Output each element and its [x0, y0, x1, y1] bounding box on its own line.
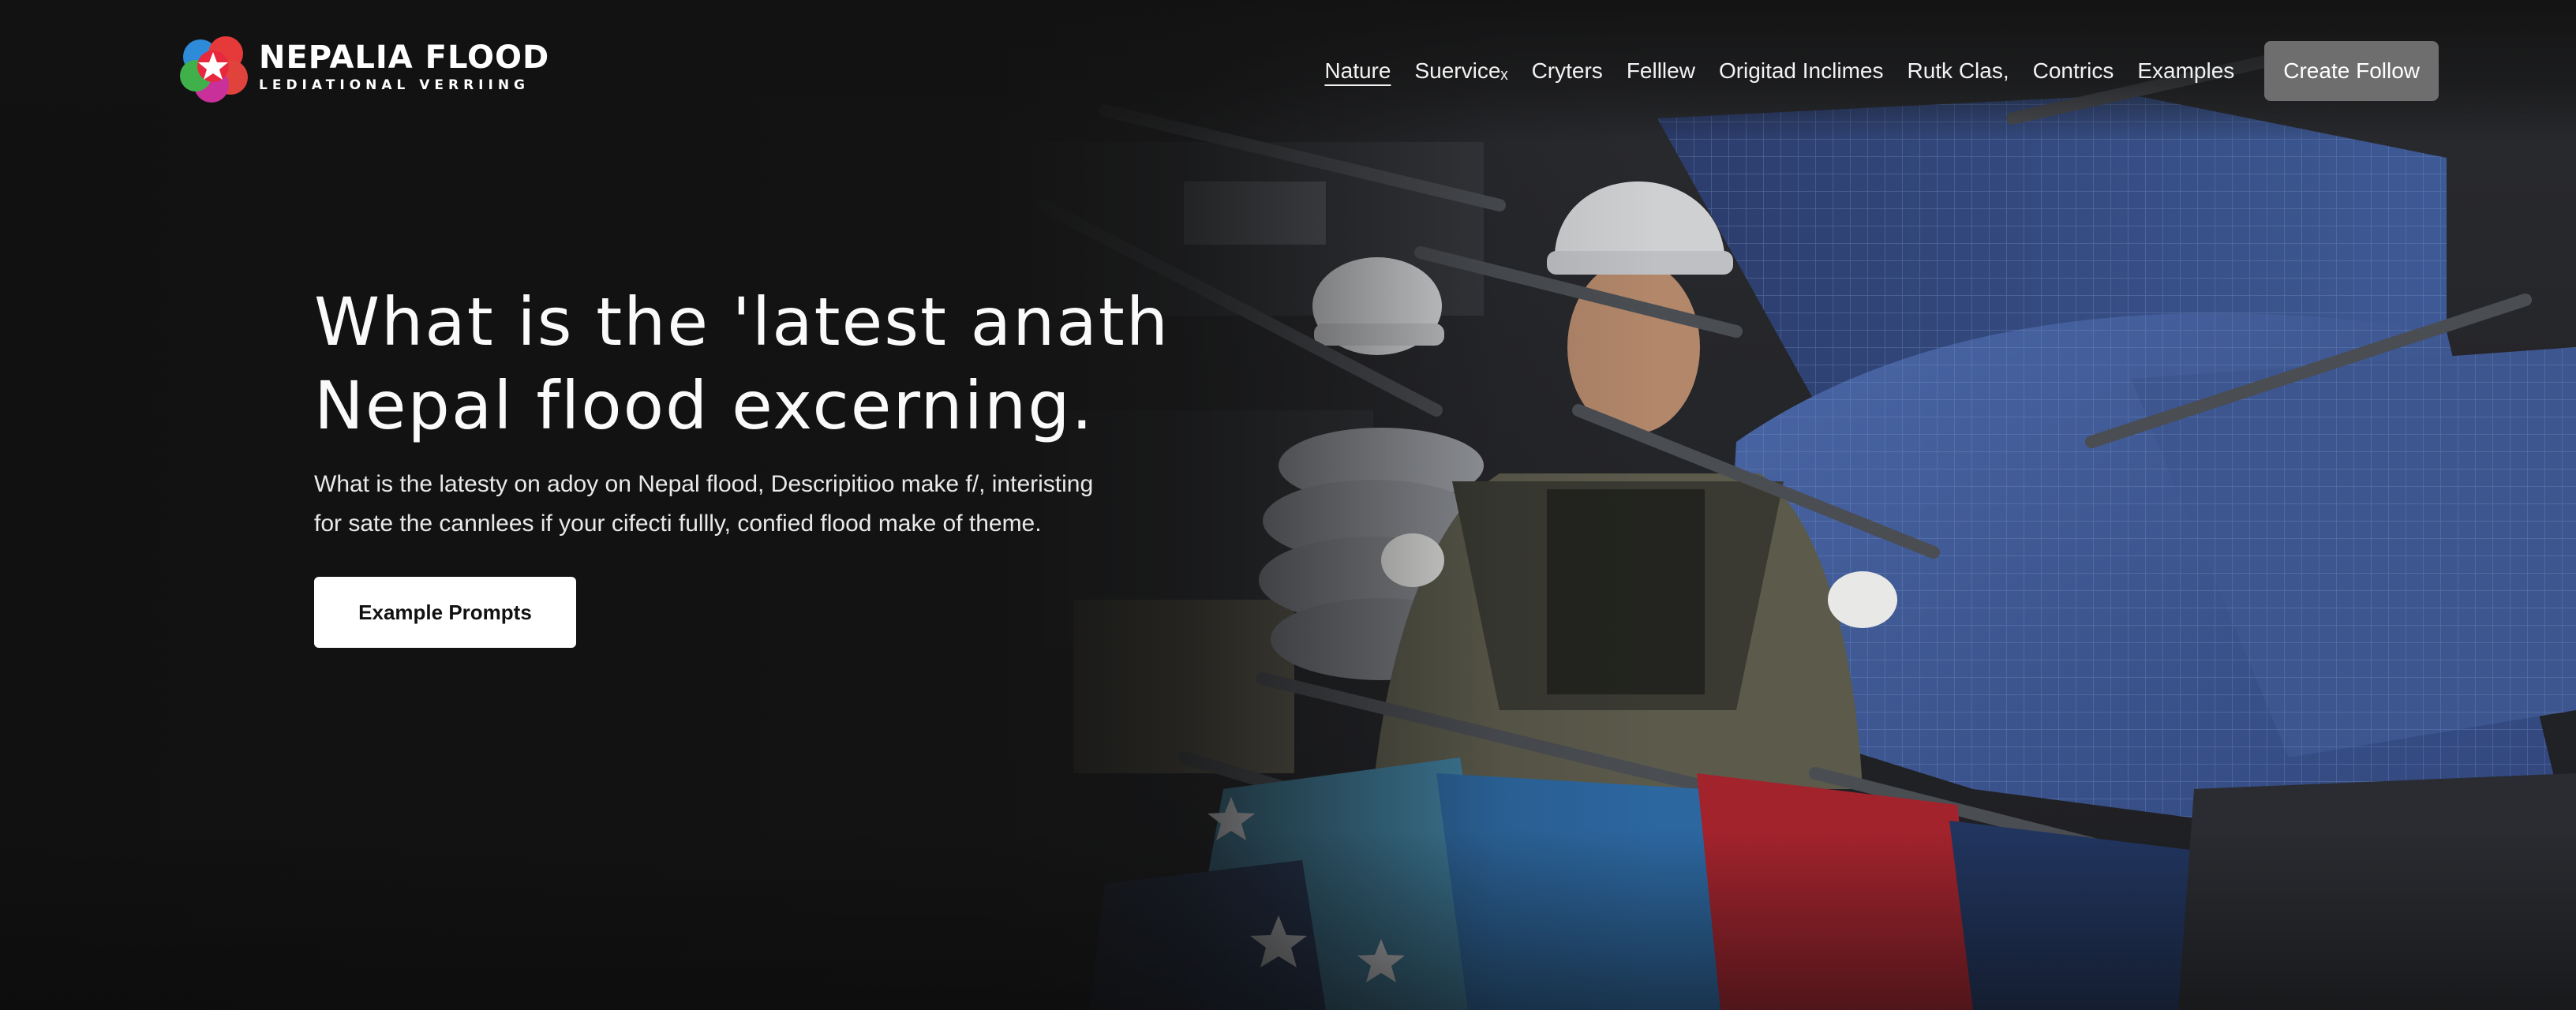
nav-link-examples[interactable]: Examples [2137, 55, 2234, 87]
main-nav: Nature Suerviceₓ Cryters Felllew Origita… [1301, 41, 2439, 101]
nav-link-origitad-inclimes[interactable]: Origitad Inclimes [1719, 55, 1884, 87]
hero-description: What is the latesty on adoy on Nepal flo… [314, 465, 1182, 544]
brand-logo[interactable]: NEPALIA FLOOD LEDIATIONAL VERRIING [177, 30, 549, 104]
nav-link-felllew[interactable]: Felllew [1627, 55, 1695, 87]
hero-title-line-2: Nepal flood excerning. [314, 367, 1095, 444]
landing-page: NEPALIA FLOOD LEDIATIONAL VERRIING Natur… [0, 0, 2576, 1010]
hero-description-line-2: for sate the cannlees if your cifecti fu… [314, 511, 1042, 537]
nav-link-contrics[interactable]: Contrics [2033, 55, 2114, 87]
create-follow-button[interactable]: Create Follow [2264, 41, 2439, 101]
nav-link-cryters[interactable]: Cryters [1532, 55, 1603, 87]
example-prompts-button[interactable]: Example Prompts [314, 577, 576, 648]
nav-link-rutk-clas[interactable]: Rutk Clas, [1907, 55, 2009, 87]
nav-link-suervice[interactable]: Suerviceₓ [1414, 55, 1507, 87]
nav-link-nature[interactable]: Nature [1324, 55, 1391, 87]
hero-section: What is the 'latest anath Nepal flood ex… [314, 280, 1261, 648]
site-header: NEPALIA FLOOD LEDIATIONAL VERRIING Natur… [0, 0, 2576, 142]
hero-title-line-1: What is the 'latest anath [314, 283, 1170, 361]
brand-title: NEPALIA FLOOD [259, 39, 550, 76]
hero-description-line-1: What is the latesty on adoy on Nepal flo… [314, 471, 1094, 497]
star-flower-logo-icon [180, 36, 248, 103]
brand-subtitle: LEDIATIONAL VERRIING [259, 77, 530, 93]
brand-text: NEPALIA FLOOD LEDIATIONAL VERRIING [259, 40, 549, 94]
hero-title: What is the 'latest anath Nepal flood ex… [314, 280, 1261, 447]
